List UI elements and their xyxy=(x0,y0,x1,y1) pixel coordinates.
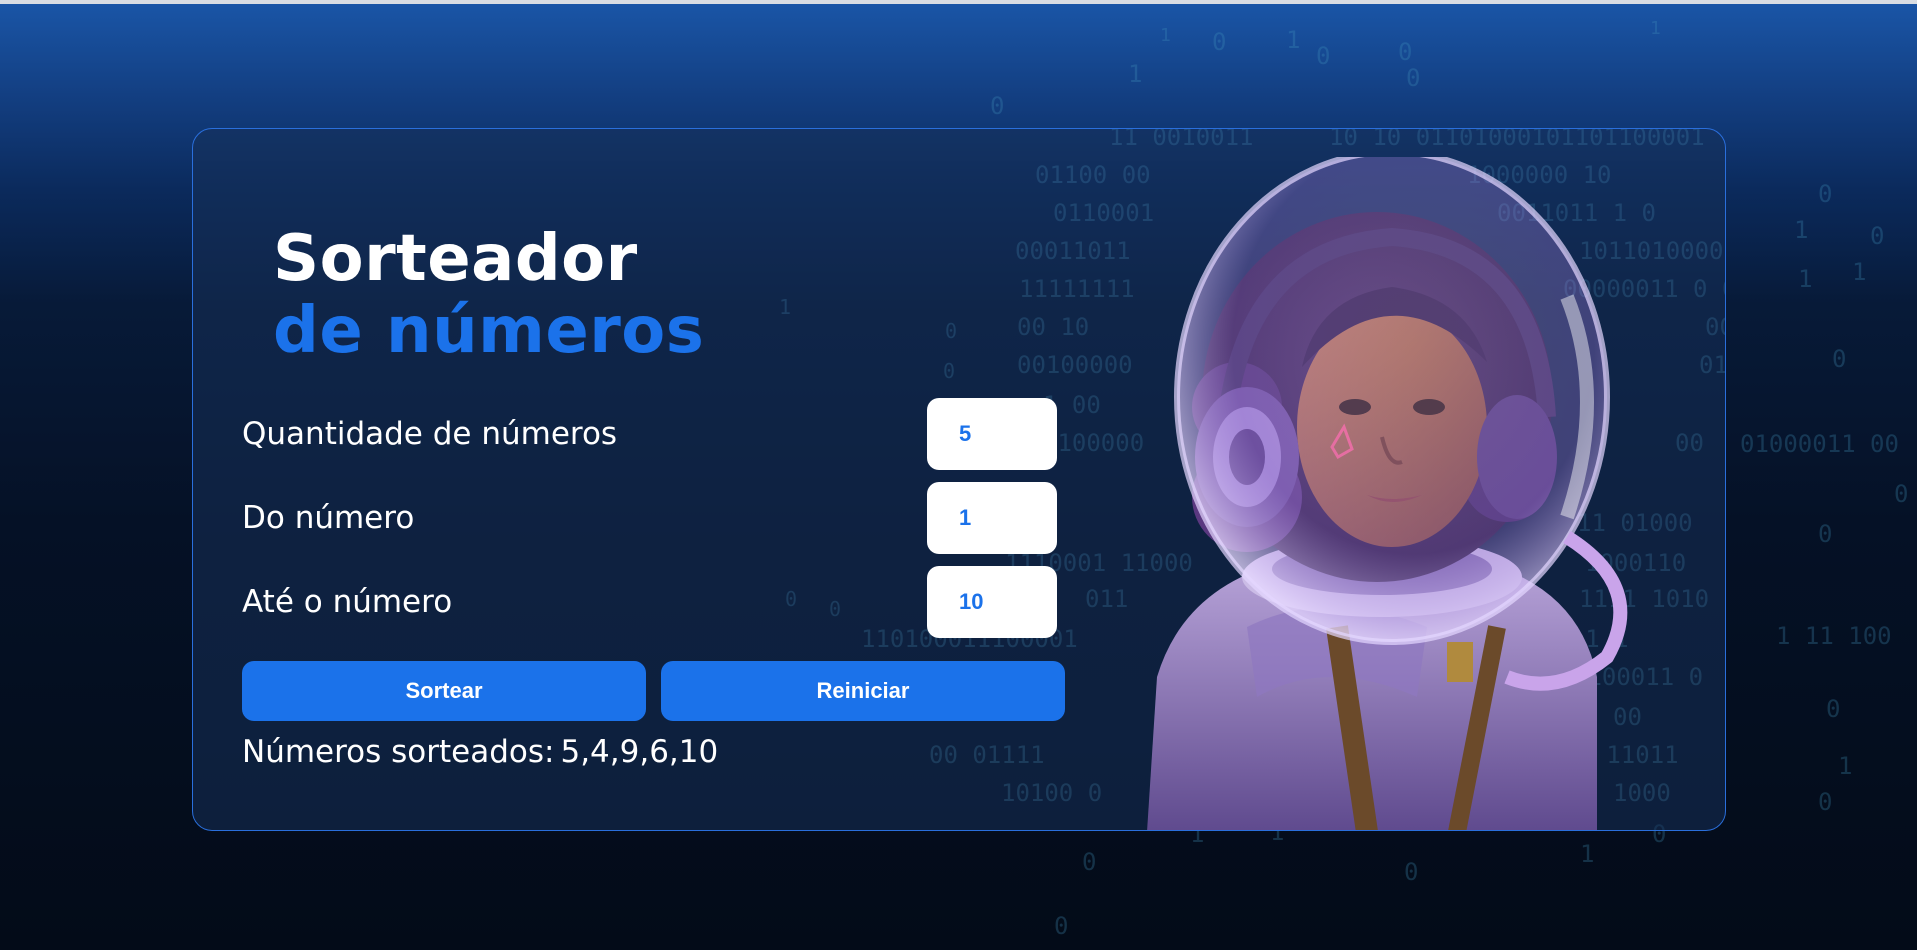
to-number-row: Até o número xyxy=(242,566,1057,638)
number-drawer-card: 11 0010011 01100 00 0110001 00011011 111… xyxy=(192,128,1726,831)
to-number-label: Até o número xyxy=(242,584,453,620)
drawn-numbers-label: Números sorteados: xyxy=(242,734,555,770)
browser-top-edge xyxy=(0,0,1917,4)
draw-button[interactable]: Sortear xyxy=(242,661,646,721)
page-title-line1: Sorteador xyxy=(273,222,638,296)
reset-button[interactable]: Reiniciar xyxy=(661,661,1065,721)
quantity-row: Quantidade de números xyxy=(242,398,1057,470)
from-number-label: Do número xyxy=(242,500,415,536)
quantity-label: Quantidade de números xyxy=(242,416,618,452)
quantity-input[interactable] xyxy=(927,398,1057,470)
drawn-numbers-result: Números sorteados: 5,4,9,6,10 xyxy=(242,734,718,770)
astronaut-girl-illustration xyxy=(1147,157,1628,830)
from-number-input[interactable] xyxy=(927,482,1057,554)
page-title-line2: de números xyxy=(273,294,705,368)
to-number-input[interactable] xyxy=(927,566,1057,638)
from-number-row: Do número xyxy=(242,482,1057,554)
drawn-numbers-value: 5,4,9,6,10 xyxy=(560,734,719,770)
